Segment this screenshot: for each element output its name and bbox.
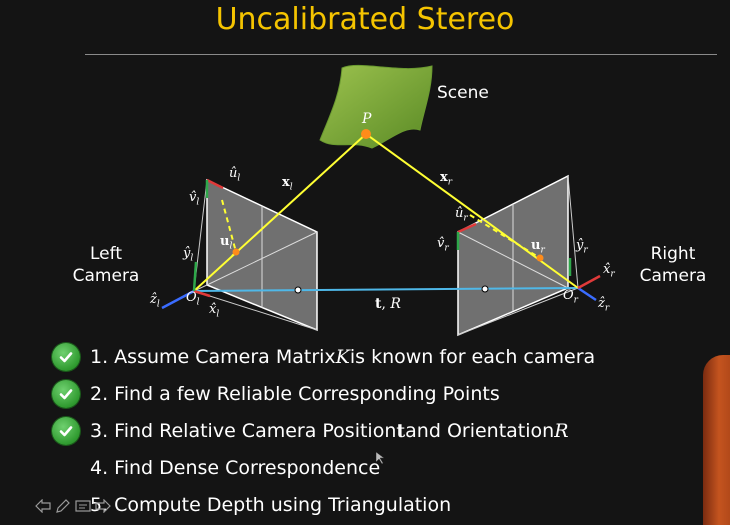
- checkmark-icon: [52, 416, 80, 445]
- list-item: 1. Assume Camera Matrix K is known for e…: [52, 338, 595, 375]
- xhat-l-label: x̂l: [209, 302, 220, 320]
- scene-surface: [319, 64, 433, 149]
- u-l-label: ul: [220, 234, 233, 252]
- slide-toolbar: [34, 497, 112, 515]
- steps-list: 1. Assume Camera Matrix K is known for e…: [52, 338, 595, 523]
- list-item: 3. Find Relative Camera Position t and O…: [52, 412, 595, 449]
- forward-arrow-icon[interactable]: [94, 497, 112, 515]
- uhat-l-label: ûl: [229, 166, 241, 184]
- uhat-r-label: ûr: [455, 206, 468, 224]
- image-point-left: [232, 248, 240, 256]
- checkmark-icon: [52, 379, 80, 408]
- stereo-diagram: [161, 64, 601, 337]
- left-camera-label: Left Camera: [72, 244, 140, 286]
- vhat-r-label: v̂r: [437, 236, 449, 254]
- back-arrow-icon[interactable]: [34, 497, 52, 515]
- zhat-r-label: ẑr: [598, 296, 610, 314]
- point-P: [361, 129, 371, 139]
- scene-label: Scene: [437, 83, 489, 103]
- x-r-label: xr: [440, 170, 453, 188]
- yhat-r-label: ŷr: [576, 238, 588, 256]
- xhat-r-label: x̂r: [603, 262, 615, 280]
- pen-icon[interactable]: [54, 497, 72, 515]
- list-item: 4. Find Dense Correspondence: [90, 456, 381, 479]
- right-camera-label: Right Camera: [639, 244, 707, 286]
- yhat-l-label: ŷl: [183, 246, 194, 264]
- baseline-label: t, R: [375, 296, 401, 312]
- list-item: 5. Compute Depth using Triangulation: [90, 493, 452, 516]
- origin-r-label: Or: [563, 288, 578, 306]
- slides-icon[interactable]: [74, 497, 92, 515]
- vhat-l-label: v̂l: [189, 190, 200, 208]
- mouse-cursor-icon: [376, 452, 385, 464]
- point-P-label: P: [362, 111, 372, 127]
- zhat-l-label: ẑl: [150, 292, 160, 310]
- origin-l-label: Ol: [186, 290, 200, 308]
- presenter-figure: [703, 355, 730, 525]
- list-item: 2. Find a few Reliable Corresponding Poi…: [52, 375, 595, 412]
- x-l-label: xl: [282, 175, 293, 193]
- u-r-label: ur: [531, 238, 545, 256]
- checkmark-icon: [52, 342, 80, 371]
